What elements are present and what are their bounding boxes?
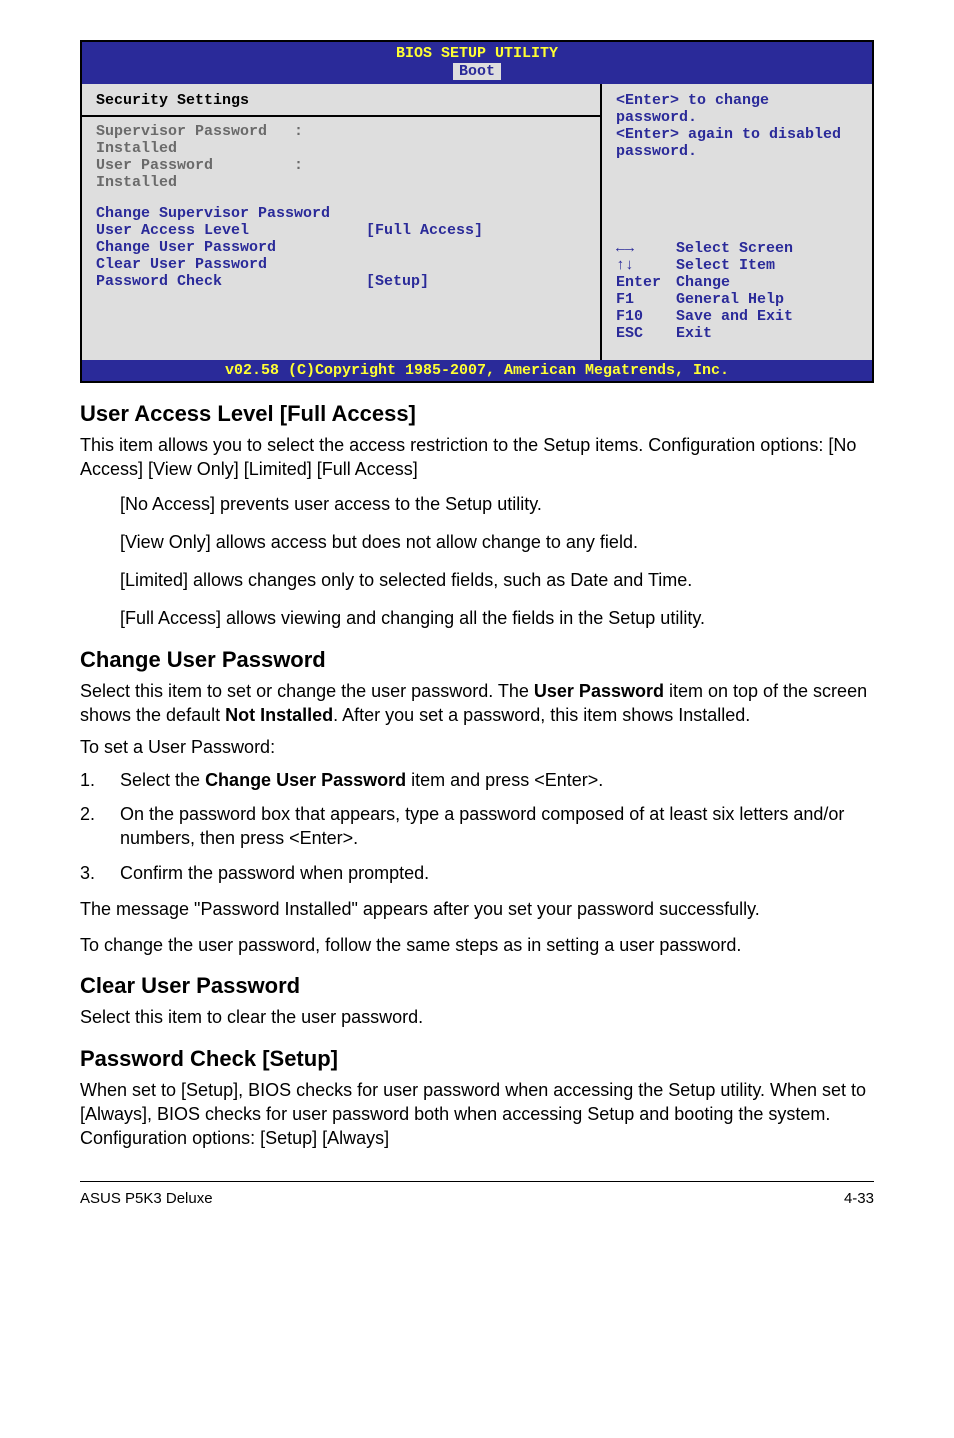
para-clearup: Select this item to clear the user passw… bbox=[80, 1005, 874, 1029]
help-text-2: <Enter> again to disabled password. bbox=[616, 126, 858, 160]
steps-list: 1.Select the Change User Password item a… bbox=[80, 768, 874, 885]
security-settings-title: Security Settings bbox=[96, 92, 586, 109]
help-text-1: <Enter> to change password. bbox=[616, 92, 858, 126]
options-list: [No Access] prevents user access to the … bbox=[120, 492, 874, 631]
bios-tab-row: Boot bbox=[82, 62, 872, 84]
para-cup-4: To change the user password, follow the … bbox=[80, 933, 874, 957]
nav-help: ←→Select Screen ↑↓Select Item EnterChang… bbox=[616, 240, 858, 352]
bios-tab-boot[interactable]: Boot bbox=[453, 63, 501, 80]
footer-page-number: 4-33 bbox=[844, 1190, 874, 1207]
bios-left-panel: Security Settings Supervisor Password : … bbox=[82, 84, 602, 360]
bios-title: BIOS SETUP UTILITY bbox=[82, 42, 872, 62]
step-2: 2.On the password box that appears, type… bbox=[80, 802, 874, 851]
clear-user-password[interactable]: Clear User Password bbox=[96, 256, 586, 273]
bios-screenshot: BIOS SETUP UTILITY Boot Security Setting… bbox=[80, 40, 874, 383]
bios-footer: v02.58 (C)Copyright 1985-2007, American … bbox=[82, 360, 872, 381]
supervisor-password-row: Supervisor Password : Installed bbox=[96, 123, 586, 157]
user-access-level-row[interactable]: User Access Level [Full Access] bbox=[96, 222, 586, 239]
password-check-row[interactable]: Password Check [Setup] bbox=[96, 273, 586, 290]
footer-product: ASUS P5K3 Deluxe bbox=[80, 1190, 213, 1207]
heading-change-user-password: Change User Password bbox=[80, 647, 874, 673]
opt-view-only: [View Only] allows access but does not a… bbox=[120, 530, 874, 554]
opt-full-access: [Full Access] allows viewing and changin… bbox=[120, 606, 874, 630]
opt-no-access: [No Access] prevents user access to the … bbox=[120, 492, 874, 516]
heading-user-access-level: User Access Level [Full Access] bbox=[80, 401, 874, 427]
change-user-password[interactable]: Change User Password bbox=[96, 239, 586, 256]
opt-limited: [Limited] allows changes only to selecte… bbox=[120, 568, 874, 592]
heading-password-check: Password Check [Setup] bbox=[80, 1046, 874, 1072]
arrows-left-right-icon: ←→ bbox=[616, 240, 676, 257]
para-cup-2: To set a User Password: bbox=[80, 735, 874, 759]
user-password-row: User Password : Installed bbox=[96, 157, 586, 191]
bios-right-panel: <Enter> to change password. <Enter> agai… bbox=[602, 84, 872, 360]
para-cup-3: The message "Password Installed" appears… bbox=[80, 897, 874, 921]
step-3: 3.Confirm the password when prompted. bbox=[80, 861, 874, 885]
change-supervisor-password[interactable]: Change Supervisor Password bbox=[96, 205, 586, 222]
para-ual-desc: This item allows you to select the acces… bbox=[80, 433, 874, 482]
para-cup-1: Select this item to set or change the us… bbox=[80, 679, 874, 728]
para-pwcheck: When set to [Setup], BIOS checks for use… bbox=[80, 1078, 874, 1151]
arrows-up-down-icon: ↑↓ bbox=[616, 257, 676, 274]
step-1: 1.Select the Change User Password item a… bbox=[80, 768, 874, 792]
heading-clear-user-password: Clear User Password bbox=[80, 973, 874, 999]
page-footer: ASUS P5K3 Deluxe 4-33 bbox=[80, 1181, 874, 1207]
